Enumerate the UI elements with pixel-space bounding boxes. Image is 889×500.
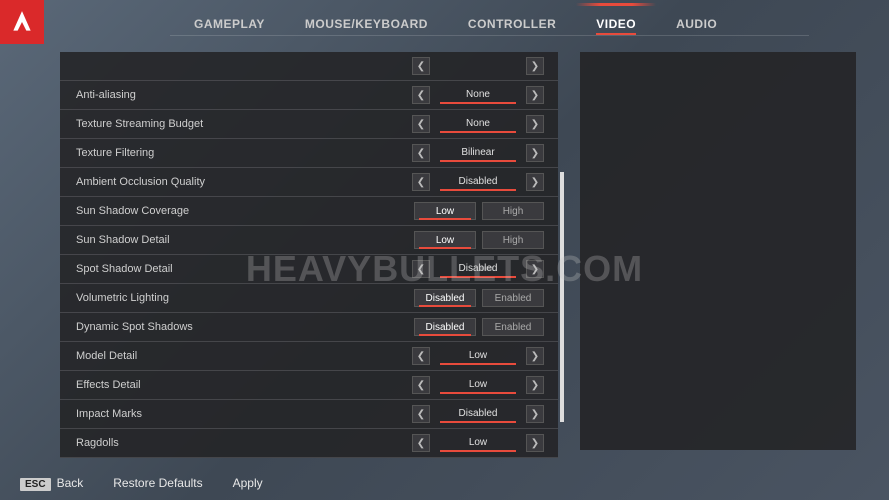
- prev-arrow[interactable]: ❮: [412, 347, 430, 365]
- setting-label: Effects Detail: [76, 379, 394, 391]
- next-arrow[interactable]: ❯: [526, 115, 544, 133]
- setting-row: Volumetric Lighting Disabled Enabled: [60, 284, 558, 313]
- prev-arrow[interactable]: ❮: [412, 434, 430, 452]
- esc-key-icon: ESC: [20, 478, 51, 491]
- selector-value: None: [436, 118, 520, 131]
- selector-value: Bilinear: [436, 147, 520, 160]
- next-arrow[interactable]: ❯: [526, 86, 544, 104]
- next-arrow[interactable]: ❯: [526, 144, 544, 162]
- tab-video[interactable]: VIDEO: [576, 3, 656, 41]
- setting-label: Texture Filtering: [76, 147, 394, 159]
- setting-row: Texture Streaming Budget ❮ None ❯: [60, 110, 558, 139]
- setting-row: Model Detail ❮ Low ❯: [60, 342, 558, 371]
- next-arrow[interactable]: ❯: [526, 260, 544, 278]
- toggle-option[interactable]: Low: [414, 202, 476, 220]
- setting-row: Ragdolls ❮ Low ❯: [60, 429, 558, 458]
- next-arrow[interactable]: ❯: [526, 405, 544, 423]
- game-logo: [0, 0, 44, 44]
- setting-label: Ambient Occlusion Quality: [76, 176, 394, 188]
- toggle-option[interactable]: Enabled: [482, 289, 544, 307]
- selector-value: Low: [436, 350, 520, 363]
- settings-panel: ❮x❯Anti-aliasing❮None❯Texture Streaming …: [60, 52, 558, 458]
- prev-arrow[interactable]: ❮: [412, 376, 430, 394]
- apply-button[interactable]: Apply: [233, 476, 263, 490]
- restore-defaults-button[interactable]: Restore Defaults: [113, 476, 202, 490]
- setting-label: Volumetric Lighting: [76, 292, 394, 304]
- back-button[interactable]: ESCBack: [20, 476, 83, 490]
- top-bar: GAMEPLAYMOUSE/KEYBOARDCONTROLLERVIDEOAUD…: [0, 0, 889, 44]
- setting-row: Texture Filtering ❮ Bilinear ❯: [60, 139, 558, 168]
- setting-row: Impact Marks ❮ Disabled ❯: [60, 400, 558, 429]
- setting-row: Sun Shadow Detail Low High: [60, 226, 558, 255]
- setting-label: Texture Streaming Budget: [76, 118, 394, 130]
- settings-tabs: GAMEPLAYMOUSE/KEYBOARDCONTROLLERVIDEOAUD…: [174, 3, 737, 41]
- side-info-panel: [580, 52, 856, 450]
- setting-row: Effects Detail ❮ Low ❯: [60, 371, 558, 400]
- selector-value: Low: [436, 379, 520, 392]
- tab-gameplay[interactable]: GAMEPLAY: [174, 3, 285, 41]
- scrollbar[interactable]: [560, 172, 564, 422]
- toggle-option[interactable]: High: [482, 202, 544, 220]
- next-arrow[interactable]: ❯: [526, 434, 544, 452]
- setting-row: ❮x❯: [60, 52, 558, 81]
- toggle-option[interactable]: Enabled: [482, 318, 544, 336]
- setting-label: Dynamic Spot Shadows: [76, 321, 394, 333]
- selector-value: None: [436, 89, 520, 102]
- setting-row: Anti-aliasing ❮ None ❯: [60, 81, 558, 110]
- toggle-option[interactable]: Low: [414, 231, 476, 249]
- tab-audio[interactable]: AUDIO: [656, 3, 737, 41]
- toggle-option[interactable]: Disabled: [414, 289, 476, 307]
- setting-label: Ragdolls: [76, 437, 394, 449]
- prev-arrow[interactable]: ❮: [412, 260, 430, 278]
- setting-row: Ambient Occlusion Quality ❮ Disabled ❯: [60, 168, 558, 197]
- setting-label: Model Detail: [76, 350, 394, 362]
- next-arrow[interactable]: ❯: [526, 173, 544, 191]
- selector-value: Low: [436, 437, 520, 450]
- setting-label: Sun Shadow Detail: [76, 234, 394, 246]
- toggle-option[interactable]: High: [482, 231, 544, 249]
- footer-bar: ESCBack Restore Defaults Apply: [20, 476, 263, 490]
- next-arrow[interactable]: ❯: [526, 347, 544, 365]
- selector-value: Disabled: [436, 176, 520, 189]
- setting-label: Impact Marks: [76, 408, 394, 420]
- prev-arrow[interactable]: ❮: [412, 115, 430, 133]
- prev-arrow[interactable]: ❮: [412, 86, 430, 104]
- next-arrow[interactable]: ❯: [526, 57, 544, 75]
- tab-mousekeyboard[interactable]: MOUSE/KEYBOARD: [285, 3, 448, 41]
- next-arrow[interactable]: ❯: [526, 376, 544, 394]
- selector-value: Disabled: [436, 408, 520, 421]
- setting-label: Sun Shadow Coverage: [76, 205, 394, 217]
- setting-row: Dynamic Spot Shadows Disabled Enabled: [60, 313, 558, 342]
- tab-controller[interactable]: CONTROLLER: [448, 3, 576, 41]
- setting-row: Sun Shadow Coverage Low High: [60, 197, 558, 226]
- prev-arrow[interactable]: ❮: [412, 405, 430, 423]
- setting-label: Spot Shadow Detail: [76, 263, 394, 275]
- prev-arrow[interactable]: ❮: [412, 57, 430, 75]
- setting-label: Anti-aliasing: [76, 89, 394, 101]
- prev-arrow[interactable]: ❮: [412, 144, 430, 162]
- setting-row: Spot Shadow Detail ❮ Disabled ❯: [60, 255, 558, 284]
- selector-value: Disabled: [436, 263, 520, 276]
- prev-arrow[interactable]: ❮: [412, 173, 430, 191]
- toggle-option[interactable]: Disabled: [414, 318, 476, 336]
